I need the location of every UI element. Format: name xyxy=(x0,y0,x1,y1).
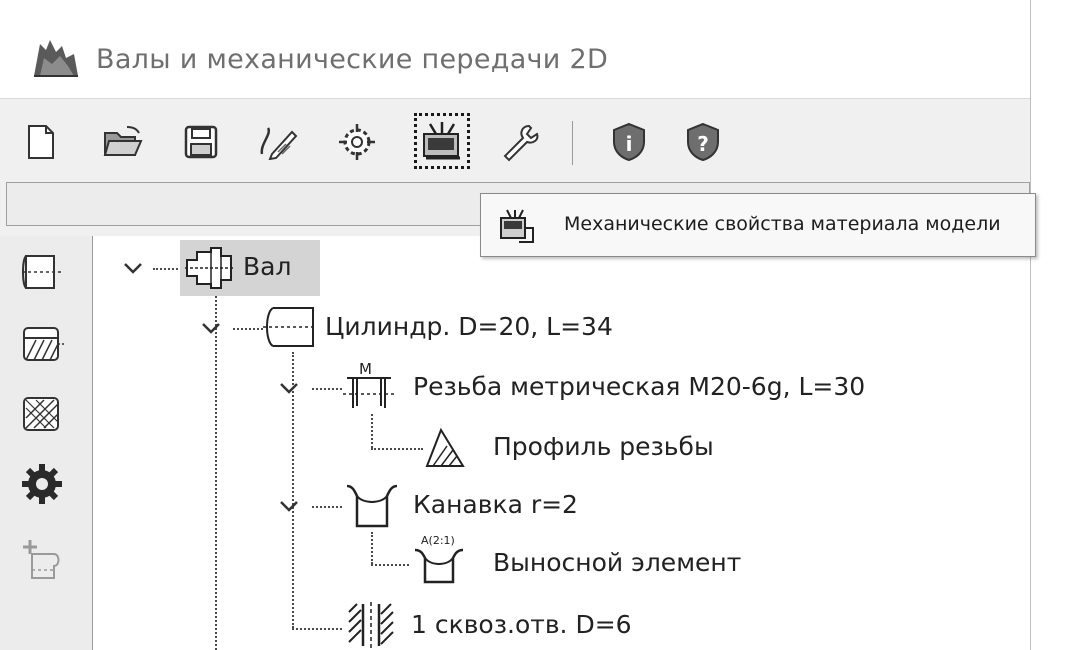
help-shield-icon[interactable]: ? xyxy=(680,119,726,165)
material-properties-icon[interactable] xyxy=(414,113,470,169)
new-document-icon[interactable] xyxy=(18,119,64,165)
detail-view-icon: A(2:1) xyxy=(414,534,464,584)
crosshatch-section-icon[interactable] xyxy=(14,388,70,440)
tree-connector xyxy=(371,564,409,566)
svg-text:A(2:1): A(2:1) xyxy=(421,534,455,547)
tooltip: Механические свойства материала модели xyxy=(480,193,1036,257)
tree-node-label[interactable]: Резьба метрическая М20-6g, L=30 xyxy=(413,372,865,401)
chevron-down-icon[interactable] xyxy=(201,320,221,336)
hatched-section-icon[interactable] xyxy=(14,318,70,370)
left-toolbar xyxy=(0,236,93,650)
tree-node-label[interactable]: Профиль резьбы xyxy=(493,432,714,461)
svg-text:M: M xyxy=(359,360,372,378)
cylinder-icon xyxy=(263,307,317,347)
tooltip-text: Механические свойства материала модели xyxy=(564,213,1001,235)
metric-thread-icon: M xyxy=(343,360,397,408)
tree-connector xyxy=(312,388,342,390)
title-bar: Валы и механические передачи 2D xyxy=(0,0,1030,98)
svg-text:?: ? xyxy=(697,132,709,156)
thread-profile-icon xyxy=(425,427,465,467)
tree-node-label[interactable]: Цилиндр. D=20, L=34 xyxy=(325,312,613,341)
chevron-down-icon[interactable] xyxy=(279,498,299,514)
chevron-down-icon[interactable] xyxy=(279,380,299,396)
tree-node-label[interactable]: 1 сквоз.отв. D=6 xyxy=(411,610,632,639)
tree-connector xyxy=(371,532,373,564)
tree-node-label[interactable]: Выносной элемент xyxy=(493,548,741,577)
main-toolbar: i ? xyxy=(0,98,1030,183)
gear-calc-icon[interactable] xyxy=(334,119,380,165)
app-logo-icon xyxy=(30,36,82,80)
chevron-down-icon[interactable] xyxy=(123,260,143,276)
shaft-icon xyxy=(185,247,235,289)
material-properties-icon xyxy=(499,208,535,248)
tree-connector xyxy=(371,448,423,450)
groove-icon xyxy=(346,484,398,528)
through-hole-icon xyxy=(348,602,394,648)
open-folder-icon[interactable] xyxy=(100,119,146,165)
cylinder-section-icon[interactable] xyxy=(14,246,70,298)
info-shield-icon[interactable]: i xyxy=(606,119,652,165)
gear-wheel-icon[interactable] xyxy=(14,458,70,510)
tree-connector xyxy=(215,296,217,650)
tree-connector xyxy=(233,328,263,330)
wrench-settings-icon[interactable] xyxy=(496,119,542,165)
tree-connector xyxy=(292,628,342,630)
tree-connector xyxy=(312,506,342,508)
tree-node-label[interactable]: Вал xyxy=(243,252,291,281)
add-element-icon[interactable] xyxy=(14,532,70,584)
window-title: Валы и механические передачи 2D xyxy=(96,44,609,75)
toolbar-separator xyxy=(572,121,573,165)
svg-text:i: i xyxy=(626,132,633,156)
save-disk-icon[interactable] xyxy=(178,119,224,165)
model-tree: Вал Цилиндр. D=20, L=34 M Резьба метриче… xyxy=(93,236,1030,650)
tree-node-label[interactable]: Канавка r=2 xyxy=(413,490,578,519)
edit-pen-icon[interactable] xyxy=(256,119,302,165)
application-window: Валы и механические передачи 2D i ? Вал … xyxy=(0,0,1031,650)
tree-connector xyxy=(371,414,373,448)
